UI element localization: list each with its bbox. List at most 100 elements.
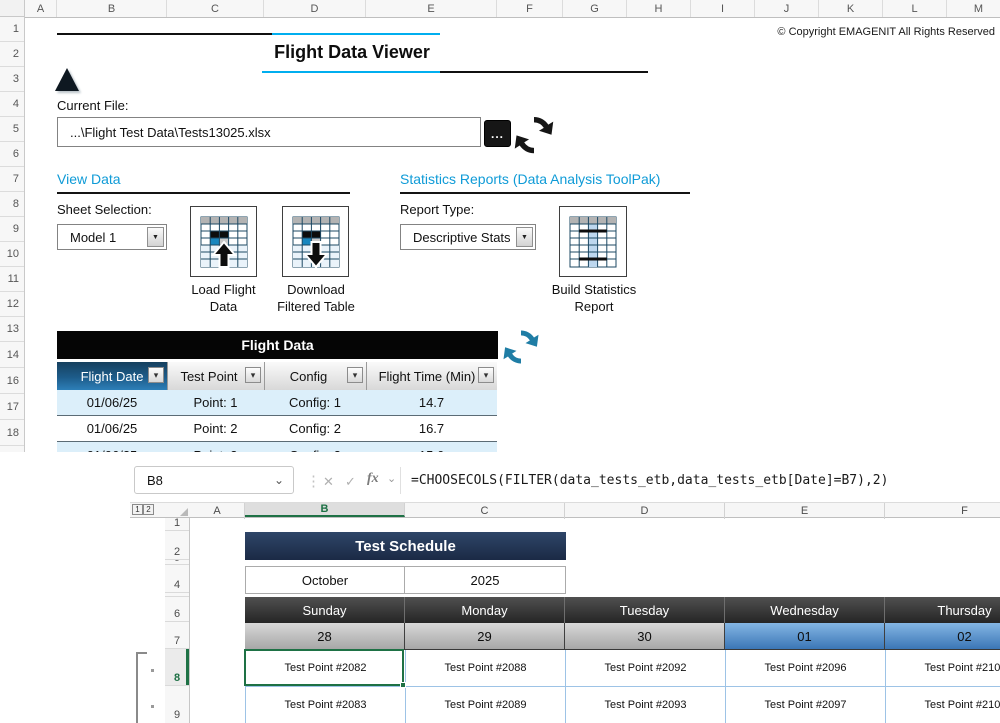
- date-cell[interactable]: 01: [725, 623, 885, 650]
- test-point-cell[interactable]: Test Point #2082: [246, 650, 406, 687]
- flight-time-header[interactable]: Flight Time (Min) ▾: [366, 362, 497, 390]
- refresh-table-icon[interactable]: [501, 325, 541, 367]
- row-header[interactable]: 14: [0, 342, 24, 368]
- filter-dropdown-icon[interactable]: ▾: [245, 367, 261, 383]
- column-header[interactable]: M: [947, 0, 1000, 17]
- test-point-cell[interactable]: Test Point #2093: [566, 687, 726, 723]
- row-header[interactable]: 16: [0, 368, 24, 394]
- year-cell[interactable]: 2025: [404, 566, 566, 594]
- row-header-selected[interactable]: 8: [165, 649, 189, 686]
- select-all-corner[interactable]: [0, 0, 25, 17]
- table-cell[interactable]: Point: 3: [167, 442, 264, 452]
- table-cell[interactable]: 01/06/25: [57, 442, 167, 452]
- test-point-cell[interactable]: Test Point #2101: [886, 687, 1000, 723]
- filter-dropdown-icon[interactable]: ▾: [478, 367, 494, 383]
- row-header[interactable]: 12: [0, 292, 24, 317]
- row-header[interactable]: 11: [0, 267, 24, 292]
- row-header[interactable]: 3: [0, 67, 24, 92]
- table-cell[interactable]: 01/06/25: [57, 416, 167, 441]
- column-header[interactable]: K: [819, 0, 883, 17]
- table-cell[interactable]: Config: 3: [264, 442, 366, 452]
- test-point-cell[interactable]: Test Point #2088: [406, 650, 566, 687]
- column-header[interactable]: E: [725, 503, 885, 519]
- row-header[interactable]: 2: [165, 531, 189, 560]
- sheet-selection-dropdown[interactable]: Model 1 ▼: [57, 224, 167, 250]
- column-header[interactable]: L: [883, 0, 947, 17]
- insert-function-icon[interactable]: fx: [367, 471, 379, 487]
- flight-date-header[interactable]: Flight Date ▾: [57, 362, 167, 390]
- table-cell[interactable]: Config: 1: [264, 390, 366, 415]
- row-header[interactable]: 6: [0, 142, 24, 167]
- column-header[interactable]: C: [405, 503, 565, 519]
- table-cell[interactable]: 14.7: [366, 390, 497, 415]
- browse-button[interactable]: ...: [484, 120, 511, 147]
- date-cell[interactable]: 28: [245, 623, 405, 650]
- day-header[interactable]: Sunday: [245, 597, 405, 623]
- formula-input[interactable]: =CHOOSECOLS(FILTER(data_tests_etb,data_t…: [411, 473, 996, 488]
- date-cell[interactable]: 30: [565, 623, 725, 650]
- column-header[interactable]: D: [264, 0, 366, 17]
- refresh-file-icon[interactable]: [512, 111, 556, 157]
- row-header[interactable]: 18: [0, 420, 24, 446]
- column-header-selected[interactable]: B: [245, 503, 405, 517]
- enter-icon[interactable]: ✓: [345, 474, 356, 490]
- table-cell[interactable]: Point: 1: [167, 390, 264, 415]
- test-point-header[interactable]: Test Point ▾: [167, 362, 264, 390]
- outline-level-button[interactable]: 2: [143, 504, 154, 515]
- fill-handle[interactable]: [400, 682, 406, 688]
- filter-dropdown-icon[interactable]: ▾: [148, 367, 164, 383]
- column-header[interactable]: E: [366, 0, 497, 17]
- date-cell[interactable]: 02: [885, 623, 1000, 650]
- cancel-icon[interactable]: ✕: [323, 474, 334, 490]
- column-header[interactable]: F: [497, 0, 563, 17]
- column-header[interactable]: A: [25, 0, 57, 17]
- month-cell[interactable]: October: [245, 566, 405, 594]
- row-header[interactable]: 13: [0, 317, 24, 342]
- row-header[interactable]: 10: [0, 242, 24, 267]
- row-header[interactable]: 9: [165, 686, 189, 722]
- load-flight-data-button[interactable]: [190, 206, 257, 277]
- day-header[interactable]: Tuesday: [565, 597, 725, 623]
- outline-level-button[interactable]: 1: [132, 504, 143, 515]
- date-cell[interactable]: 29: [405, 623, 565, 650]
- triangle-marker-icon[interactable]: [55, 68, 79, 91]
- chevron-down-icon[interactable]: ⌄: [387, 472, 396, 485]
- chevron-down-icon[interactable]: ⌄: [274, 475, 293, 485]
- day-header[interactable]: Wednesday: [725, 597, 885, 623]
- build-statistics-report-button[interactable]: [559, 206, 627, 277]
- column-header[interactable]: H: [627, 0, 691, 17]
- column-header[interactable]: D: [565, 503, 725, 519]
- test-point-cell[interactable]: Test Point #2100: [886, 650, 1000, 687]
- column-header[interactable]: I: [691, 0, 755, 17]
- column-header[interactable]: C: [167, 0, 264, 17]
- table-cell[interactable]: 01/06/25: [57, 390, 167, 415]
- table-cell[interactable]: Config: 2: [264, 416, 366, 441]
- row-header[interactable]: 9: [0, 217, 24, 242]
- test-schedule-banner[interactable]: Test Schedule: [245, 532, 566, 560]
- row-header[interactable]: 6: [165, 597, 189, 622]
- row-header[interactable]: 1: [165, 518, 189, 531]
- name-box[interactable]: B8 ⌄: [134, 466, 294, 494]
- table-cell[interactable]: Point: 2: [167, 416, 264, 441]
- filter-dropdown-icon[interactable]: ▾: [347, 367, 363, 383]
- test-point-cell[interactable]: Test Point #2089: [406, 687, 566, 723]
- report-type-dropdown[interactable]: Descriptive Stats ▼: [400, 224, 536, 250]
- config-header[interactable]: Config ▾: [264, 362, 366, 390]
- column-header[interactable]: B: [57, 0, 167, 17]
- column-header[interactable]: G: [563, 0, 627, 17]
- row-header[interactable]: 1: [0, 17, 24, 42]
- table-cell[interactable]: 16.7: [366, 416, 497, 441]
- row-header[interactable]: 7: [0, 167, 24, 192]
- test-point-cell[interactable]: Test Point #2096: [726, 650, 886, 687]
- select-all-corner[interactable]: [165, 503, 190, 517]
- download-filtered-table-button[interactable]: [282, 206, 349, 277]
- row-header[interactable]: 17: [0, 394, 24, 420]
- row-header[interactable]: 2: [0, 42, 24, 67]
- row-header[interactable]: 5: [0, 117, 24, 142]
- test-point-cell[interactable]: Test Point #2092: [566, 650, 726, 687]
- day-header[interactable]: Monday: [405, 597, 565, 623]
- row-header[interactable]: 4: [165, 565, 189, 593]
- chevron-down-icon[interactable]: ▼: [147, 227, 164, 247]
- current-file-input[interactable]: ...\Flight Test Data\Tests13025.xlsx: [57, 117, 481, 147]
- day-header[interactable]: Thursday: [885, 597, 1000, 623]
